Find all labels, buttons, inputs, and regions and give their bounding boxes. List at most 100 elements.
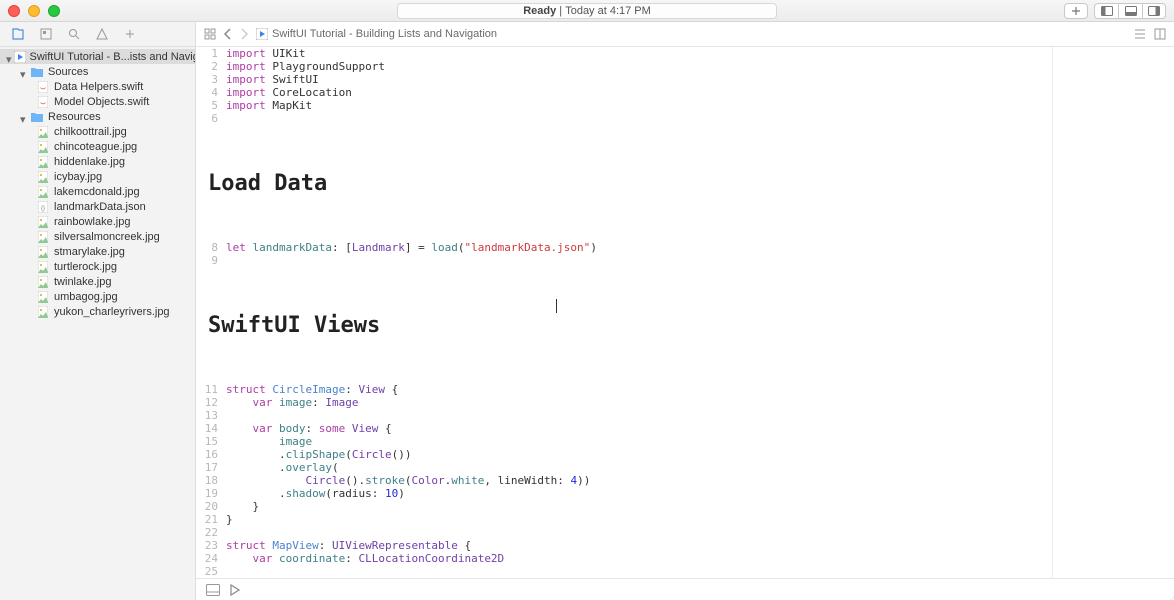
code-editor[interactable]: 1import UIKit 2import PlaygroundSupport … (196, 47, 1052, 578)
tree-file[interactable]: Model Objects.swift (0, 94, 195, 109)
file-label: stmarylake.jpg (54, 246, 125, 258)
tree-file[interactable]: chincoteague.jpg (0, 139, 195, 154)
status-time: Today at 4:17 PM (565, 5, 651, 17)
tree-file[interactable]: stmarylake.jpg (0, 244, 195, 259)
file-label: umbagog.jpg (54, 291, 118, 303)
tree-file[interactable]: silversalmoncreek.jpg (0, 229, 195, 244)
tree-file[interactable]: hiddenlake.jpg (0, 154, 195, 169)
svg-text:{}: {} (41, 206, 45, 212)
panel-bottom-button[interactable] (1118, 3, 1142, 19)
results-sidebar[interactable] (1052, 47, 1174, 578)
image-file-icon (36, 216, 50, 228)
window-controls (8, 5, 60, 17)
file-label: rainbowlake.jpg (54, 216, 130, 228)
panel-right-icon (1148, 6, 1160, 16)
tree-file[interactable]: lakemcdonald.jpg (0, 184, 195, 199)
editor-area: SwiftUI Tutorial - Building Lists and Na… (196, 22, 1174, 600)
file-label: chilkoottrail.jpg (54, 126, 127, 138)
tree-file[interactable]: {} landmarkData.json (0, 199, 195, 214)
file-label: chincoteague.jpg (54, 141, 137, 153)
file-label: yukon_charleyrivers.jpg (54, 306, 170, 318)
titlebar-right-controls (1064, 3, 1166, 19)
image-file-icon (36, 276, 50, 288)
navigator-sidebar: ▾ SwiftUI Tutorial - B...ists and Naviga… (0, 22, 196, 600)
panel-left-icon (1101, 6, 1113, 16)
editor-options-icon[interactable] (1134, 28, 1146, 40)
chevron-down-icon[interactable]: ▾ (6, 53, 12, 61)
playground-icon (256, 28, 268, 40)
image-file-icon (36, 126, 50, 138)
run-button[interactable] (230, 584, 240, 596)
folder-icon (30, 66, 44, 78)
jump-bar: SwiftUI Tutorial - Building Lists and Na… (196, 22, 1174, 47)
tree-file[interactable]: turtlerock.jpg (0, 259, 195, 274)
titlebar: Ready | Today at 4:17 PM (0, 0, 1174, 22)
markdown-heading: Load Data (196, 125, 1052, 241)
add-tab-button[interactable] (1064, 3, 1088, 19)
file-label: Data Helpers.swift (54, 81, 143, 93)
related-items-icon[interactable] (204, 28, 216, 40)
file-label: icybay.jpg (54, 171, 102, 183)
image-file-icon (36, 186, 50, 198)
back-button[interactable] (224, 28, 232, 40)
activity-view: Ready | Today at 4:17 PM (397, 3, 777, 19)
image-file-icon (36, 141, 50, 153)
json-file-icon: {} (36, 201, 50, 213)
find-navigator-icon[interactable] (66, 26, 82, 42)
file-label: hiddenlake.jpg (54, 156, 125, 168)
file-label: twinlake.jpg (54, 276, 111, 288)
project-navigator-icon[interactable] (10, 26, 26, 42)
folder-icon (30, 111, 44, 123)
panel-left-button[interactable] (1094, 3, 1118, 19)
image-file-icon (36, 231, 50, 243)
tree-file[interactable]: chilkoottrail.jpg (0, 124, 195, 139)
chevron-down-icon[interactable]: ▾ (20, 113, 28, 121)
file-label: turtlerock.jpg (54, 261, 117, 273)
image-file-icon (36, 291, 50, 303)
tree-file[interactable]: Data Helpers.swift (0, 79, 195, 94)
close-button[interactable] (8, 5, 20, 17)
maximize-button[interactable] (48, 5, 60, 17)
chevron-down-icon[interactable]: ▾ (20, 68, 28, 76)
adjust-editor-icon[interactable] (1154, 28, 1166, 40)
file-label: landmarkData.json (54, 201, 146, 213)
debug-bar (196, 578, 1174, 600)
navigator-selector (0, 22, 195, 47)
text-cursor (556, 299, 557, 313)
toggle-debug-icon[interactable] (206, 584, 220, 596)
tree-file[interactable]: twinlake.jpg (0, 274, 195, 289)
forward-button[interactable] (240, 28, 248, 40)
status-separator: | (556, 5, 565, 17)
file-label: lakemcdonald.jpg (54, 186, 140, 198)
file-label: silversalmoncreek.jpg (54, 231, 160, 243)
minimize-button[interactable] (28, 5, 40, 17)
tree-file[interactable]: rainbowlake.jpg (0, 214, 195, 229)
tree-file[interactable]: icybay.jpg (0, 169, 195, 184)
breadcrumb-label: SwiftUI Tutorial - Building Lists and Na… (272, 28, 497, 40)
plus-icon (1071, 6, 1081, 16)
image-file-icon (36, 171, 50, 183)
panel-right-button[interactable] (1142, 3, 1166, 19)
image-file-icon (36, 156, 50, 168)
file-label: Model Objects.swift (54, 96, 149, 108)
folder-label: Resources (48, 111, 101, 123)
tree-file[interactable]: umbagog.jpg (0, 289, 195, 304)
tree-folder-resources[interactable]: ▾ Resources (0, 109, 195, 124)
tree-folder-sources[interactable]: ▾ Sources (0, 64, 195, 79)
swift-file-icon (36, 96, 50, 108)
folder-label: Sources (48, 66, 88, 78)
breadcrumb[interactable]: SwiftUI Tutorial - Building Lists and Na… (256, 28, 497, 40)
tree-file[interactable]: yukon_charleyrivers.jpg (0, 304, 195, 319)
image-file-icon (36, 246, 50, 258)
status-label: Ready (523, 5, 556, 17)
tree-root[interactable]: ▾ SwiftUI Tutorial - B...ists and Naviga… (0, 49, 195, 64)
debug-navigator-icon[interactable] (122, 26, 138, 42)
issue-navigator-icon[interactable] (94, 26, 110, 42)
panel-bottom-icon (1125, 6, 1137, 16)
markdown-heading: SwiftUI Views (196, 267, 1052, 383)
image-file-icon (36, 306, 50, 318)
swift-file-icon (36, 81, 50, 93)
tree-root-label: SwiftUI Tutorial - B...ists and Navigati… (30, 51, 195, 63)
symbol-navigator-icon[interactable] (38, 26, 54, 42)
file-tree[interactable]: ▾ SwiftUI Tutorial - B...ists and Naviga… (0, 47, 195, 600)
